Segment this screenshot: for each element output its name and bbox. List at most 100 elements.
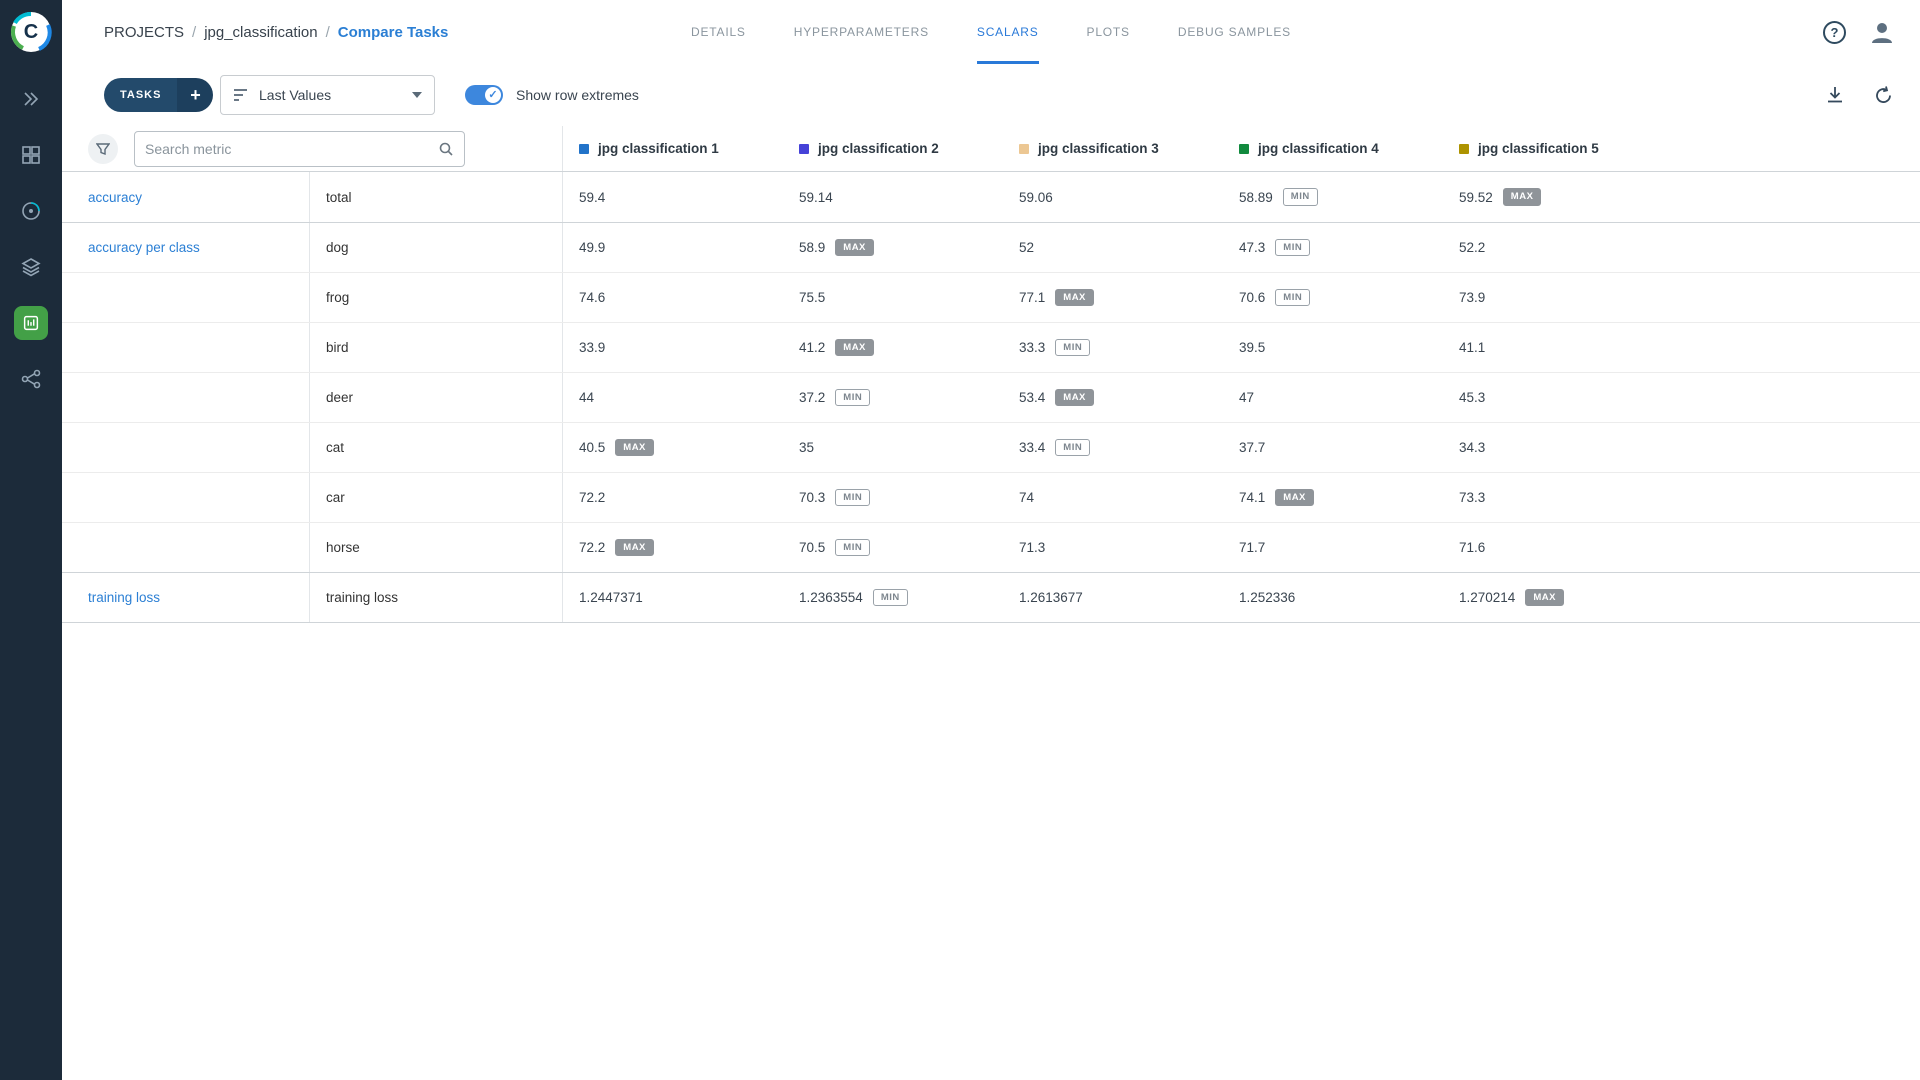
download-button[interactable] — [1825, 85, 1845, 105]
variant-label: horse — [310, 523, 563, 572]
metric-value-cell: 35 — [783, 423, 1003, 472]
table-row: training losstraining loss1.24473711.236… — [62, 572, 1920, 622]
values-mode-selected: Last Values — [259, 87, 331, 103]
sort-icon — [233, 88, 249, 102]
metric-value: 39.5 — [1239, 340, 1265, 355]
metric-value-cell: 1.270214MAX — [1443, 573, 1920, 622]
top-header: PROJECTS / jpg_classification / Compare … — [62, 0, 1920, 64]
breadcrumb-separator: / — [326, 24, 330, 41]
sidebar-item-experiments-active[interactable] — [0, 306, 62, 340]
table-row: car72.270.3MIN7474.1MAX73.3 — [62, 472, 1920, 522]
filter-icon — [96, 142, 110, 156]
column-header-task[interactable]: jpg classification 2 — [783, 141, 1003, 156]
chevron-down-icon — [412, 92, 422, 98]
refresh-button[interactable] — [1873, 85, 1894, 106]
sidebar-item-pipelines[interactable] — [0, 362, 62, 396]
table-row: frog74.675.577.1MAX70.6MIN73.9 — [62, 272, 1920, 322]
filter-button[interactable] — [88, 134, 118, 164]
series-color-swatch — [579, 144, 589, 154]
series-color-swatch — [1459, 144, 1469, 154]
metric-value: 37.7 — [1239, 440, 1265, 455]
min-badge: MIN — [835, 389, 870, 406]
metric-value-cell: 34.3 — [1443, 423, 1920, 472]
column-header-label: jpg classification 1 — [598, 141, 719, 156]
column-header-task[interactable]: jpg classification 5 — [1443, 141, 1920, 156]
metric-value: 71.6 — [1459, 540, 1485, 555]
tab-hyperparameters[interactable]: HYPERPARAMETERS — [794, 0, 929, 64]
metric-value: 37.2 — [799, 390, 825, 405]
metric-value: 70.3 — [799, 490, 825, 505]
tab-scalars[interactable]: SCALARS — [977, 0, 1039, 64]
tab-details[interactable]: DETAILS — [691, 0, 746, 64]
pipelines-flow-icon — [20, 368, 42, 390]
metric-value: 59.52 — [1459, 190, 1493, 205]
table-body: accuracytotal59.459.1459.0658.89MIN59.52… — [62, 172, 1920, 623]
search-input[interactable] — [145, 141, 438, 157]
add-task-button[interactable]: + — [177, 78, 213, 112]
metric-value: 53.4 — [1019, 390, 1045, 405]
breadcrumb-projects[interactable]: PROJECTS — [104, 24, 184, 41]
table-row: accuracy per classdog49.958.9MAX5247.3MI… — [62, 222, 1920, 272]
help-icon[interactable]: ? — [1823, 21, 1846, 44]
metric-value-cell: 71.7 — [1223, 523, 1443, 572]
series-color-swatch — [799, 144, 809, 154]
metric-link[interactable]: training loss — [88, 590, 160, 605]
table-row: bird33.941.2MAX33.3MIN39.541.1 — [62, 322, 1920, 372]
table-header: jpg classification 1 jpg classification 2… — [62, 126, 1920, 172]
metric-value: 1.2363554 — [799, 590, 863, 605]
row-extremes-toggle-group: ✓ Show row extremes — [465, 85, 639, 105]
metric-value: 58.9 — [799, 240, 825, 255]
column-header-task[interactable]: jpg classification 1 — [563, 141, 783, 156]
metric-cell — [62, 523, 310, 572]
sidebar-item-getting-started[interactable] — [0, 82, 62, 116]
metric-cell: accuracy per class — [62, 223, 310, 272]
tasks-button[interactable]: TASKS + — [104, 78, 213, 112]
active-nav-highlight — [14, 306, 48, 340]
min-badge: MIN — [1275, 289, 1310, 306]
tab-plots[interactable]: PLOTS — [1087, 0, 1130, 64]
metric-value-cell: 41.1 — [1443, 323, 1920, 372]
metric-value: 74.1 — [1239, 490, 1265, 505]
tab-debug-samples[interactable]: DEBUG SAMPLES — [1178, 0, 1291, 64]
refresh-icon — [1873, 85, 1894, 106]
min-badge: MIN — [835, 489, 870, 506]
metric-value-cell: 71.3 — [1003, 523, 1223, 572]
metric-value: 71.3 — [1019, 540, 1045, 555]
metric-value-cell: 74.1 MAX — [1223, 473, 1443, 522]
metric-value: 33.9 — [579, 340, 605, 355]
user-avatar[interactable] — [1868, 18, 1896, 46]
clearml-logo[interactable]: C — [9, 10, 53, 54]
sidebar-item-workers[interactable] — [0, 194, 62, 228]
min-badge: MIN — [835, 539, 870, 556]
values-mode-dropdown[interactable]: Last Values — [220, 75, 435, 115]
metric-cell — [62, 273, 310, 322]
metric-link[interactable]: accuracy per class — [88, 240, 200, 255]
metric-link[interactable]: accuracy — [88, 190, 142, 205]
max-badge: MAX — [1055, 389, 1094, 406]
column-header-label: jpg classification 5 — [1478, 141, 1599, 156]
sidebar-item-projects[interactable] — [0, 138, 62, 172]
series-color-swatch — [1239, 144, 1249, 154]
metric-value-cell: 59.14 — [783, 172, 1003, 222]
min-badge: MIN — [1283, 188, 1318, 205]
metric-cell: accuracy — [62, 172, 310, 222]
metric-value-cell: 44 — [563, 373, 783, 422]
metric-cell — [62, 473, 310, 522]
max-badge: MAX — [1525, 589, 1564, 606]
metric-value: 40.5 — [579, 440, 605, 455]
metric-value: 47.3 — [1239, 240, 1265, 255]
table-row: accuracytotal59.459.1459.0658.89MIN59.52… — [62, 172, 1920, 222]
column-header-task[interactable]: jpg classification 3 — [1003, 141, 1223, 156]
max-badge: MAX — [1275, 489, 1314, 506]
table-row: deer4437.2MIN53.4MAX4745.3 — [62, 372, 1920, 422]
max-badge: MAX — [1055, 289, 1094, 306]
metric-value: 59.06 — [1019, 190, 1053, 205]
download-icon — [1825, 85, 1845, 105]
sidebar-item-datasets[interactable] — [0, 250, 62, 284]
breadcrumb-project[interactable]: jpg_classification — [204, 24, 317, 41]
column-header-task[interactable]: jpg classification 4 — [1223, 141, 1443, 156]
variant-label: frog — [310, 273, 563, 322]
metric-value-cell: 37.7 — [1223, 423, 1443, 472]
show-row-extremes-toggle[interactable]: ✓ — [465, 85, 503, 105]
toolbar: TASKS + Last Values ✓ Show row extremes — [62, 64, 1920, 126]
